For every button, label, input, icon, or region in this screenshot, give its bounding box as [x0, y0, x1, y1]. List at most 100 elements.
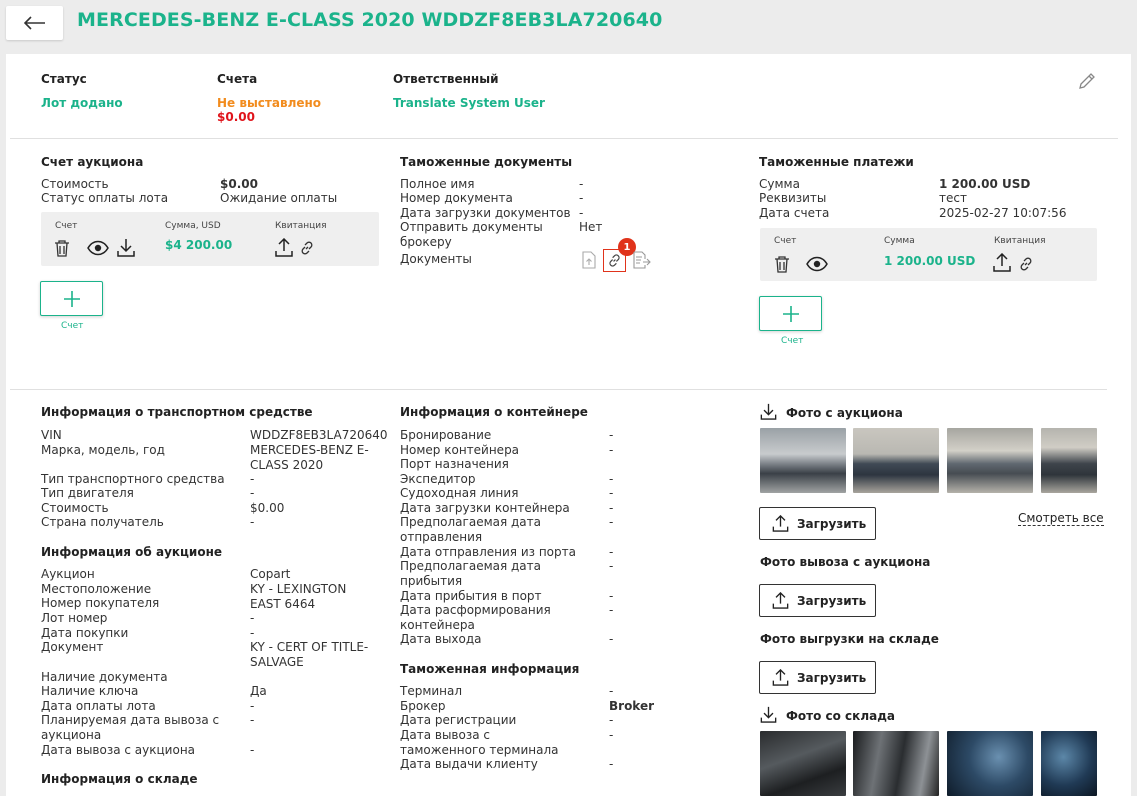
docs-number-label: Номер документа	[400, 191, 513, 205]
payment-date-value: 2025-02-27 10:07:56	[939, 206, 1067, 220]
terminal-value: -	[609, 684, 614, 698]
download-icon	[117, 239, 135, 257]
panel-col-invoice: Счет	[774, 236, 797, 246]
auction-photo-thumbnail[interactable]	[947, 428, 1033, 493]
upload-pickup-photos-button[interactable]: Загрузить	[759, 584, 876, 617]
auction-invoice-title: Счет аукциона	[41, 155, 144, 169]
port-arrival-date-value: -	[609, 589, 614, 603]
send-docs-broker-label: Отправить документы брокеру	[400, 220, 543, 249]
lot-payment-date-label: Дата оплаты лота	[41, 699, 156, 713]
destination-port-label: Порт назначения	[400, 457, 509, 471]
planned-pickup-date-value: -	[250, 713, 255, 727]
view-invoice-button[interactable]	[87, 240, 109, 259]
broker-link[interactable]: Broker	[609, 699, 654, 714]
lot-payment-status-value: Ожидание оплаты	[220, 191, 338, 205]
forwarder-value: -	[609, 472, 614, 486]
attach-receipt-link-button[interactable]	[299, 240, 315, 259]
exit-date-label: Дата выхода	[400, 632, 482, 646]
container-number-value: -	[609, 443, 614, 457]
download-auction-photos-button[interactable]	[760, 403, 777, 423]
trash-icon	[775, 256, 789, 273]
warehouse-photos-title: Фото со склада	[786, 709, 895, 723]
upload-icon	[275, 237, 293, 257]
upload-icon	[772, 592, 789, 609]
make-model-year-label: Марка, модель, год	[41, 443, 165, 457]
panel-col-invoice: Счет	[55, 221, 78, 231]
recipient-country-label: Страна получатель	[41, 515, 164, 529]
add-auction-invoice-caption: Счет	[61, 321, 84, 331]
purchase-date-value: -	[250, 626, 255, 640]
see-all-photos-link[interactable]: Смотреть все	[1018, 511, 1104, 526]
key-availability-label: Наличие ключа	[41, 684, 139, 698]
divider	[10, 389, 1107, 390]
warehouse-photo-thumbnail[interactable]	[947, 731, 1033, 796]
customs-info-title: Таможенная информация	[400, 662, 580, 676]
warehouse-photo-thumbnail[interactable]	[853, 731, 939, 796]
upload-auction-photos-button[interactable]: Загрузить	[759, 507, 876, 540]
estimated-departure-label: Предполагаемая дата отправления	[400, 515, 542, 544]
container-loading-date-label: Дата загрузки контейнера	[400, 501, 570, 515]
auction-cost-value: $0.00	[220, 177, 258, 191]
engine-type-label: Тип двигателя	[41, 486, 134, 500]
warehouse-photo-thumbnail[interactable]	[760, 731, 846, 796]
vehicle-type-value: -	[250, 472, 255, 486]
warehouse-info-title: Информация о складе	[41, 772, 198, 786]
eye-icon	[87, 240, 109, 256]
terminal-label: Терминал	[400, 684, 463, 698]
container-unload-date-value: -	[609, 603, 614, 617]
upload-unload-photos-button[interactable]: Загрузить	[759, 661, 876, 694]
invoices-status: Не выставлено	[217, 96, 322, 110]
booking-value: -	[609, 428, 614, 442]
customs-payment-panel: Счет Сумма Квитанция 1 200.00 USD	[760, 228, 1097, 281]
download-icon	[760, 706, 777, 723]
warehouse-photo-thumbnail[interactable]	[1041, 731, 1097, 796]
estimated-departure-value: -	[609, 515, 614, 529]
auction-photo-thumbnail[interactable]	[760, 428, 846, 493]
download-invoice-button[interactable]	[117, 238, 135, 260]
send-document-button[interactable]	[633, 251, 651, 272]
download-warehouse-photos-button[interactable]	[760, 706, 777, 726]
docs-upload-date-label: Дата загрузки документов	[400, 206, 571, 220]
buyer-number-label: Номер покупателя	[41, 596, 160, 610]
upload-receipt-button[interactable]	[275, 237, 293, 260]
delete-invoice-button[interactable]	[54, 239, 70, 260]
upload-document-button[interactable]	[582, 251, 596, 272]
customs-docs-title: Таможенные документы	[400, 155, 573, 169]
docs-number-value: -	[579, 191, 584, 205]
payment-details-value: тест	[939, 191, 967, 205]
make-model-year-value: MERCEDES-BENZ E-CLASS 2020	[250, 443, 369, 472]
lot-payment-date-value: -	[250, 699, 255, 713]
recipient-country-value: -	[250, 515, 255, 529]
back-button[interactable]	[6, 6, 63, 40]
customs-payment-amount: 1 200.00 USD	[884, 254, 976, 268]
document-value: KY - CERT OF TITLE-SALVAGE	[250, 640, 369, 669]
vehicle-cost-label: Стоимость	[41, 501, 109, 515]
add-auction-invoice-button[interactable]	[40, 281, 103, 316]
lot-number-label: Лот номер	[41, 611, 108, 625]
container-unload-date-label: Дата расформирования контейнера	[400, 603, 551, 632]
view-payment-button[interactable]	[806, 256, 828, 275]
attach-payment-link-button[interactable]	[1018, 256, 1034, 275]
vehicle-info-title: Информация о транспортном средстве	[41, 405, 313, 419]
auction-photo-thumbnail[interactable]	[1041, 428, 1097, 493]
vin-value: WDDZF8EB3LA720640	[250, 428, 388, 442]
pickup-photos-title: Фото вывоза с аукциона	[760, 555, 931, 569]
customs-terminal-exit-value: -	[609, 728, 614, 742]
docs-full-name-value: -	[579, 177, 584, 191]
unload-photos-title: Фото выгрузки на складе	[760, 632, 939, 646]
add-customs-payment-button[interactable]	[759, 296, 822, 331]
auction-photo-thumbnail[interactable]	[853, 428, 939, 493]
document-availability-label: Наличие документа	[41, 670, 168, 684]
container-loading-date-value: -	[609, 501, 614, 515]
upload-button-label: Загрузить	[797, 670, 867, 685]
eye-icon	[806, 256, 828, 272]
link-icon	[1020, 257, 1032, 271]
engine-type-value: -	[250, 486, 255, 500]
payment-date-label: Дата счета	[759, 206, 830, 220]
edit-button[interactable]	[1077, 71, 1097, 94]
registration-date-label: Дата регистрации	[400, 713, 517, 727]
customs-payments-title: Таможенные платежи	[759, 155, 914, 169]
upload-payment-receipt-button[interactable]	[993, 252, 1011, 275]
delete-payment-button[interactable]	[774, 255, 790, 276]
booking-label: Бронирование	[400, 428, 492, 442]
